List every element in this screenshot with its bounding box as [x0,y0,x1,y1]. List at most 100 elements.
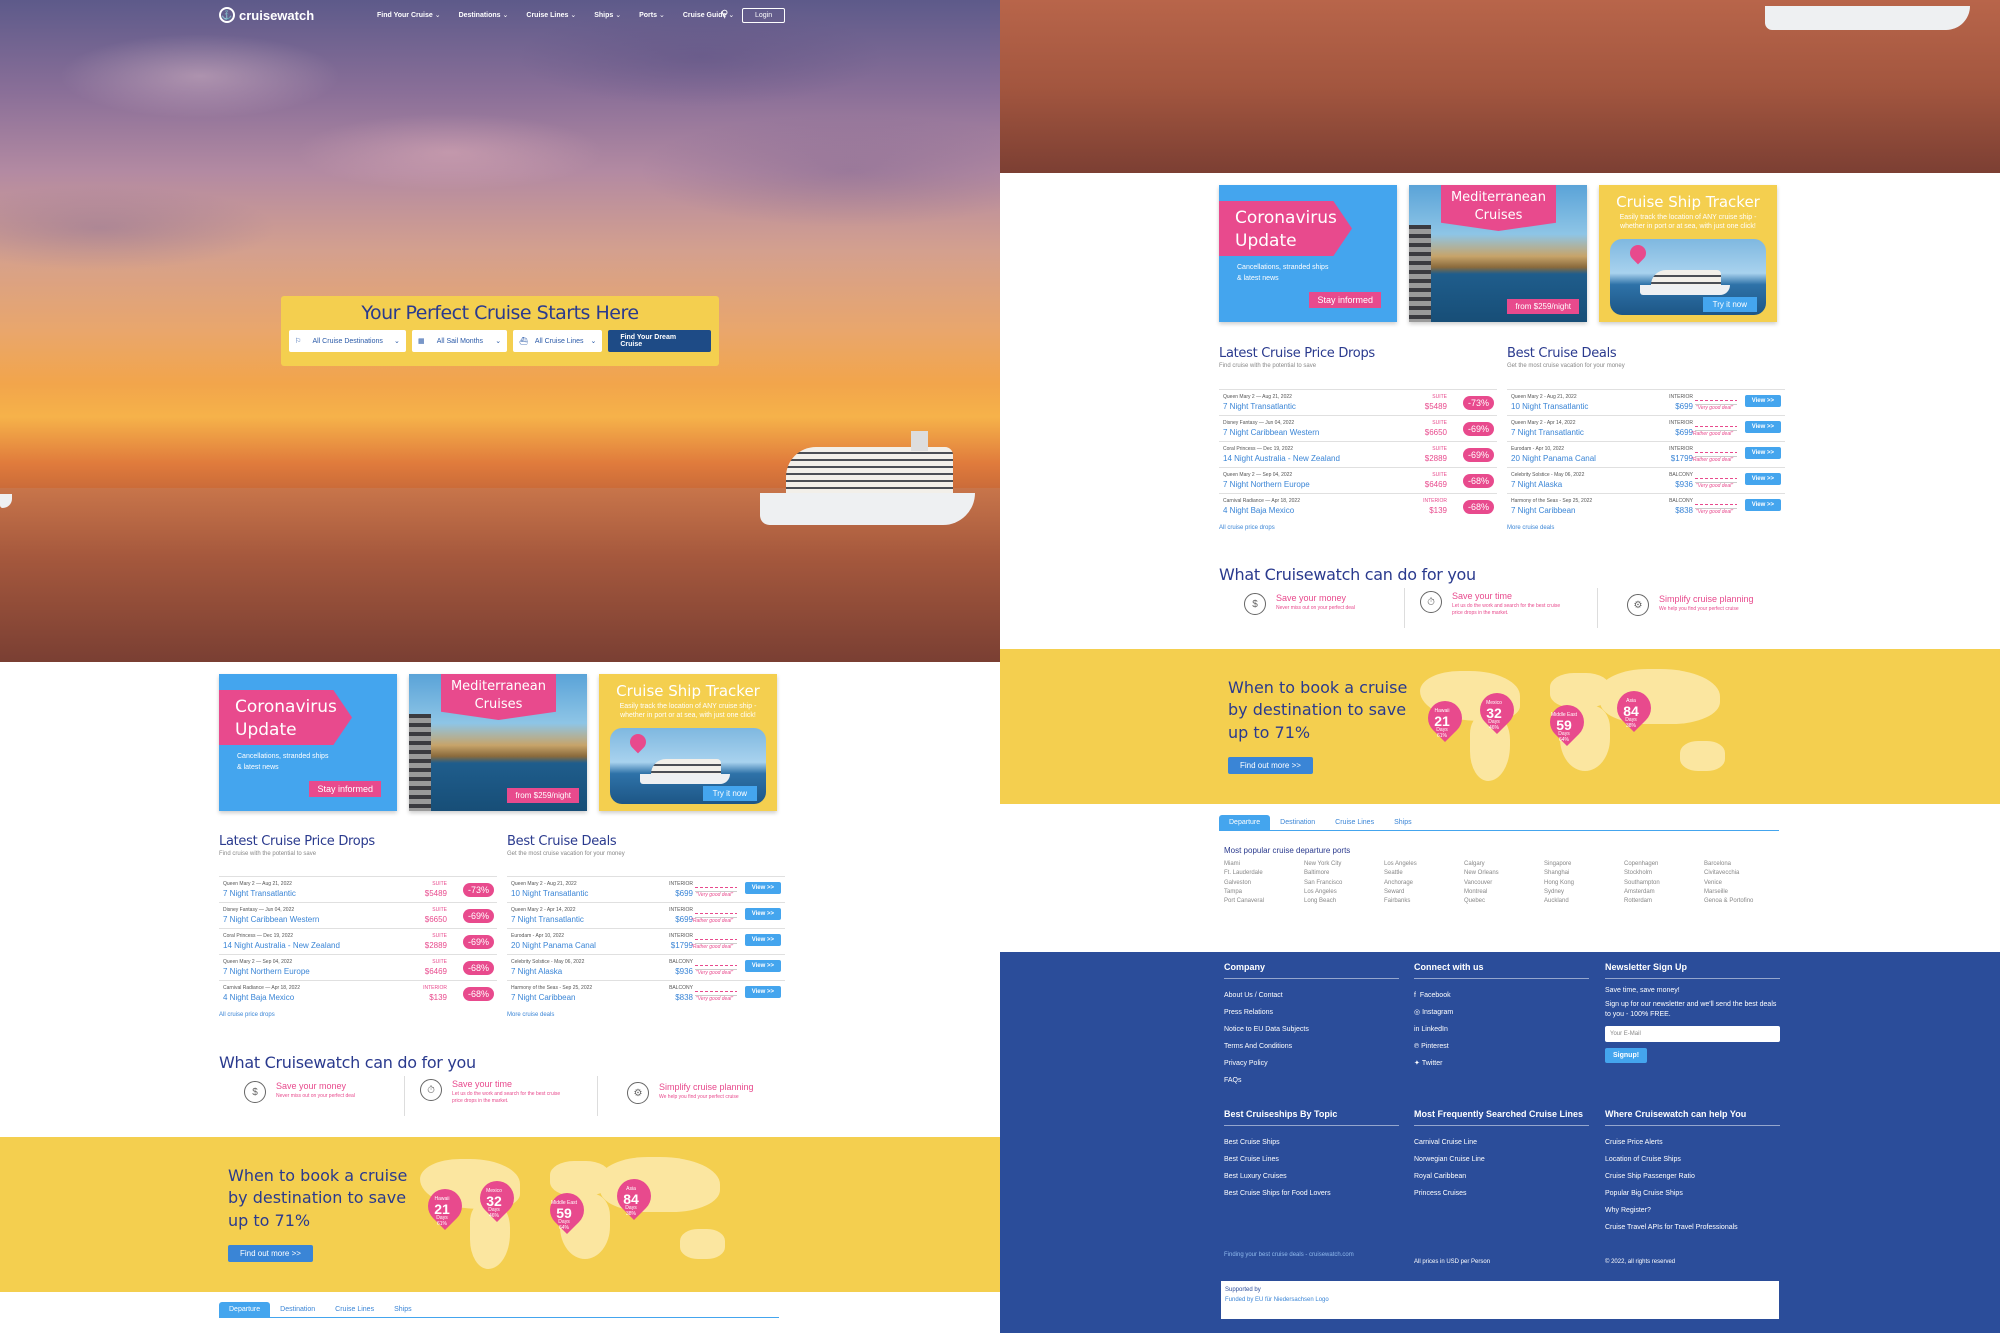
port-link[interactable]: Tampa [1224,888,1304,897]
try-now-button[interactable]: Try it now [702,786,757,801]
site-logo[interactable]: ⚓ cruisewatch [219,7,314,23]
coronavirus-card[interactable]: Coronavirus Update Cancellations, strande… [1219,185,1397,322]
list-item[interactable]: Carnival Radiance — Apr 18, 2022 4 Night … [219,980,497,1006]
all-price-drops-link[interactable]: All cruise price drops [219,1012,497,1018]
footer-link[interactable]: About Us / Contact [1224,987,1399,1004]
list-item[interactable]: Disney Fantasy — Jun 04, 2022 7 Night Car… [1219,415,1497,441]
instagram-link[interactable]: ◎ Instagram [1414,1004,1589,1021]
port-link[interactable]: Miami [1224,860,1304,869]
port-link[interactable]: Anchorage [1384,879,1464,888]
port-link[interactable]: Galveston [1224,879,1304,888]
footer-link[interactable]: Norwegian Cruise Line [1414,1151,1589,1168]
port-link[interactable]: Fairbanks [1384,897,1464,906]
port-link[interactable]: Ft. Lauderdale [1224,869,1304,878]
twitter-link[interactable]: ✦ Twitter [1414,1055,1589,1072]
port-link[interactable]: New Orleans [1464,869,1544,878]
more-deals-link[interactable]: More cruise deals [507,1012,785,1018]
view-button[interactable]: View >> [1744,421,1781,433]
nav-destinations[interactable]: Destinations [459,11,509,19]
list-item[interactable]: Queen Mary 2 — Sep 04, 2022 7 Night North… [219,954,497,980]
list-item[interactable]: Harmony of the Seas - Sep 25, 2022 7 Nigh… [507,980,785,1006]
footer-link[interactable]: Privacy Policy [1224,1055,1399,1072]
view-button[interactable]: View >> [744,934,781,946]
port-link[interactable]: Auckland [1544,897,1624,906]
list-item[interactable]: Disney Fantasy — Jun 04, 2022 7 Night Car… [219,902,497,928]
row-name[interactable]: 7 Night Transatlantic [1223,402,1296,411]
footer-link[interactable]: Location of Cruise Ships [1605,1151,1780,1168]
tab-ships[interactable]: Ships [384,1302,422,1317]
row-name[interactable]: 20 Night Panama Canal [511,941,596,950]
row-name[interactable]: 7 Night Northern Europe [223,967,310,976]
list-item[interactable]: Queen Mary 2 — Aug 21, 2022 7 Night Trans… [1219,389,1497,415]
footer-link[interactable]: Best Luxury Cruises [1224,1168,1399,1185]
linkedin-link[interactable]: in LinkedIn [1414,1021,1589,1038]
more-deals-link[interactable]: More cruise deals [1507,525,1785,531]
footer-link[interactable]: Cruise Travel APIs for Travel Profession… [1605,1219,1780,1236]
port-link[interactable]: Calgary [1464,860,1544,869]
list-item[interactable]: Queen Mary 2 - Aug 21, 2022 10 Night Tran… [507,876,785,902]
facebook-link[interactable]: f Facebook [1414,987,1589,1004]
ship-tracker-card[interactable]: Cruise Ship Tracker Easily track the loc… [1599,185,1777,322]
signup-button[interactable]: Signup! [1605,1047,1648,1063]
list-item[interactable]: Celebrity Solstice - May 06, 2022 7 Night… [1507,467,1785,493]
list-item[interactable]: Carnival Radiance — Apr 18, 2022 4 Night … [1219,493,1497,519]
list-item[interactable]: Coral Princess — Dec 19, 2022 14 Night Au… [1219,441,1497,467]
row-name[interactable]: 14 Night Australia - New Zealand [1223,454,1340,463]
cruise-line-select[interactable]: ⛴ All Cruise Lines ⌄ [513,330,603,352]
list-item[interactable]: Queen Mary 2 - Aug 21, 2022 10 Night Tran… [1507,389,1785,415]
footer-link[interactable]: Why Register? [1605,1202,1780,1219]
view-button[interactable]: View >> [1744,499,1781,511]
row-name[interactable]: 7 Night Caribbean Western [1223,428,1319,437]
port-link[interactable]: Vancouver [1464,879,1544,888]
list-item[interactable]: Coral Princess — Dec 19, 2022 14 Night Au… [219,928,497,954]
footer-link[interactable]: Best Cruise Ships [1224,1134,1399,1151]
mediterranean-card[interactable]: Mediterranean Cruises from $259/night [409,674,587,811]
try-now-button[interactable]: Try it now [1702,297,1757,312]
stay-informed-button[interactable]: Stay informed [1309,292,1381,308]
row-name[interactable]: 7 Night Caribbean [1511,506,1575,515]
nav-cruise-lines[interactable]: Cruise Lines [526,11,576,19]
port-link[interactable]: Venice [1704,879,1784,888]
footer-link[interactable]: Best Cruise Lines [1224,1151,1399,1168]
destination-select[interactable]: ⚐ All Cruise Destinations ⌄ [289,330,406,352]
find-out-more-button[interactable]: Find out more >> [228,1245,313,1262]
port-link[interactable]: Baltimore [1304,869,1384,878]
tab-departure[interactable]: Departure [219,1302,271,1317]
row-name[interactable]: 20 Night Panama Canal [1511,454,1596,463]
row-name[interactable]: 10 Night Transatlantic [511,889,588,898]
tab-cruise-lines[interactable]: Cruise Lines [325,1302,384,1317]
view-button[interactable]: View >> [744,960,781,972]
nav-find-your-cruise[interactable]: Find Your Cruise [377,11,441,19]
all-price-drops-link[interactable]: All cruise price drops [1219,525,1497,531]
port-link[interactable]: Amsterdam [1624,888,1704,897]
list-item[interactable]: Eurodam - Apr 10, 2022 20 Night Panama Ca… [507,928,785,954]
port-link[interactable]: San Francisco [1304,879,1384,888]
nav-ports[interactable]: Ports [639,11,665,19]
footer-logo-alt[interactable]: Finding your best cruise deals - cruisew… [1224,1252,1354,1258]
view-button[interactable]: View >> [1744,447,1781,459]
port-link[interactable]: Hong Kong [1544,879,1624,888]
pinterest-link[interactable]: ℗ Pinterest [1414,1038,1589,1055]
port-link[interactable]: Shanghai [1544,869,1624,878]
list-item[interactable]: Queen Mary 2 — Aug 21, 2022 7 Night Trans… [219,876,497,902]
view-button[interactable]: View >> [744,908,781,920]
row-name[interactable]: 7 Night Caribbean [511,993,575,1002]
email-input[interactable]: Your E-Mail [1605,1025,1780,1042]
list-item[interactable]: Eurodam - Apr 10, 2022 20 Night Panama Ca… [1507,441,1785,467]
ship-tracker-card[interactable]: Cruise Ship Tracker Easily track the loc… [599,674,777,811]
search-icon[interactable]: ⚲ [721,9,728,20]
port-link[interactable]: Quebec [1464,897,1544,906]
find-cruise-button[interactable]: Find Your Dream Cruise [608,330,711,352]
footer-link[interactable]: Cruise Ship Passenger Ratio [1605,1168,1780,1185]
port-link[interactable]: Seattle [1384,869,1464,878]
row-name[interactable]: 7 Night Alaska [511,967,562,976]
coronavirus-card[interactable]: Coronavirus Update Cancellations, strande… [219,674,397,811]
port-link[interactable]: Montreal [1464,888,1544,897]
port-link[interactable]: Sydney [1544,888,1624,897]
stay-informed-button[interactable]: Stay informed [309,781,381,797]
port-link[interactable]: Los Angeles [1384,860,1464,869]
port-link[interactable]: Genoa & Portofino [1704,897,1784,906]
footer-link[interactable]: Cruise Price Alerts [1605,1134,1780,1151]
tab-cruise-lines[interactable]: Cruise Lines [1325,815,1384,830]
port-link[interactable]: Stockholm [1624,869,1704,878]
